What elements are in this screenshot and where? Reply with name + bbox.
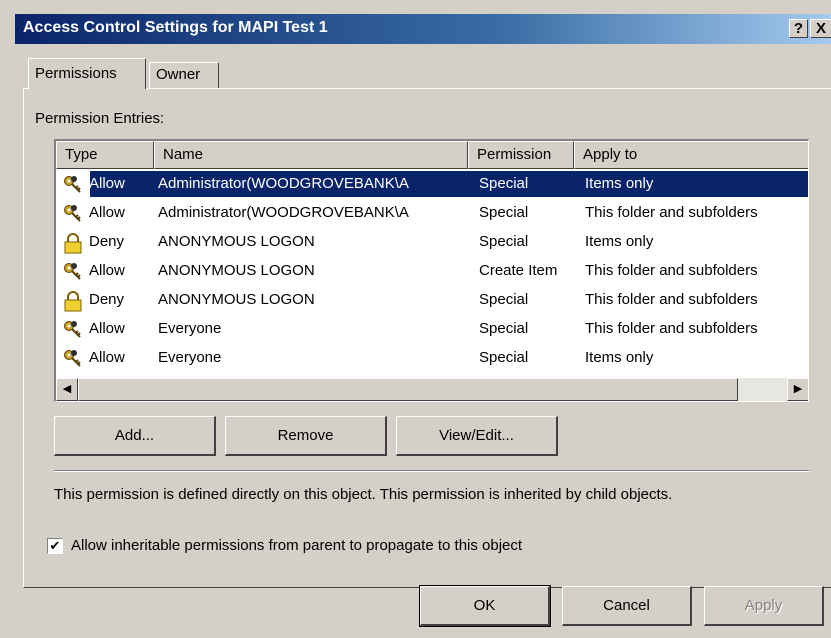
access-control-dialog: Access Control Settings for MAPI Test 1 … [0, 0, 831, 638]
row-type: Allow [89, 320, 125, 337]
inherit-permissions-checkbox[interactable]: ✔ [47, 538, 63, 554]
list-header: Type Name Permission Apply to [56, 141, 808, 169]
remove-button[interactable]: Remove [225, 416, 387, 456]
row-permission: Create Item [479, 262, 558, 279]
apply-button: Apply [704, 586, 824, 626]
window-title: Access Control Settings for MAPI Test 1 [23, 19, 328, 36]
inherit-permissions-label[interactable]: Allow inheritable permissions from paren… [71, 537, 522, 554]
horizontal-scrollbar[interactable]: ◀ ▶ [56, 378, 808, 401]
separator [54, 470, 809, 472]
column-header-type[interactable]: Type [56, 141, 154, 169]
row-permission: Special [479, 233, 529, 250]
permission-entries-list[interactable]: Type Name Permission Apply to Allow Admin… [54, 139, 809, 402]
permission-row[interactable]: Allow ANONYMOUS LOGON Create Item This fold… [56, 257, 807, 286]
row-name: ANONYMOUS LOGON [158, 291, 315, 308]
permission-row[interactable]: Deny ANONYMOUS LOGON Special This folder an… [56, 286, 807, 315]
key-icon [62, 174, 84, 196]
help-button[interactable]: ? [789, 19, 808, 38]
cancel-button[interactable]: Cancel [562, 586, 692, 626]
title-bar[interactable]: Access Control Settings for MAPI Test 1 … [15, 14, 831, 44]
permission-row[interactable]: Allow Everyone Special Items only [56, 344, 807, 373]
permission-entries-label: Permission Entries: [35, 110, 165, 127]
close-button[interactable]: X [810, 19, 831, 38]
row-apply-to: Items only [585, 349, 654, 366]
key-icon [62, 319, 84, 341]
tab-owner[interactable]: Owner [149, 62, 219, 88]
row-permission: Special [479, 349, 529, 366]
add-button[interactable]: Add... [54, 416, 216, 456]
row-name: Everyone [158, 349, 222, 366]
scroll-thumb[interactable] [78, 378, 738, 401]
key-icon [62, 203, 84, 225]
row-permission: Special [479, 320, 529, 337]
row-type: Allow [89, 175, 125, 192]
permission-row[interactable]: Allow Everyone Special This folder and subf… [56, 315, 807, 344]
row-apply-to: This folder and subfolders [585, 320, 758, 337]
lock-icon [62, 290, 84, 312]
row-apply-to: Items only [585, 175, 654, 192]
key-icon [62, 261, 84, 283]
column-header-permission[interactable]: Permission [468, 141, 574, 169]
key-icon [62, 348, 84, 370]
scroll-left-button[interactable]: ◀ [56, 378, 78, 401]
row-type: Deny [89, 291, 125, 308]
permission-info-text: This permission is defined directly on t… [54, 486, 673, 503]
tab-permissions[interactable]: Permissions [28, 58, 146, 89]
row-name: Administrator(WOODGROVEBANK\A [158, 204, 409, 221]
permission-row[interactable]: Deny ANONYMOUS LOGON Special Items only [56, 228, 807, 257]
row-permission: Special [479, 175, 529, 192]
row-permission: Special [479, 204, 529, 221]
permission-row[interactable]: Allow Administrator(WOODGROVEBANK\A Specia… [56, 170, 808, 199]
row-type: Allow [89, 349, 125, 366]
scroll-right-button[interactable]: ▶ [787, 378, 808, 401]
row-apply-to: This folder and subfolders [585, 262, 758, 279]
column-header-name[interactable]: Name [154, 141, 468, 169]
row-name: ANONYMOUS LOGON [158, 233, 315, 250]
row-apply-to: Items only [585, 233, 654, 250]
permission-row[interactable]: Allow Administrator(WOODGROVEBANK\A Specia… [56, 199, 807, 228]
column-header-apply-to[interactable]: Apply to [574, 141, 808, 169]
row-apply-to: This folder and subfolders [585, 291, 758, 308]
row-type: Allow [89, 262, 125, 279]
view-edit-button[interactable]: View/Edit... [396, 416, 558, 456]
lock-icon [62, 232, 84, 254]
row-type: Deny [89, 233, 125, 250]
row-name: Administrator(WOODGROVEBANK\A [158, 175, 409, 192]
row-permission: Special [479, 291, 529, 308]
row-apply-to: This folder and subfolders [585, 204, 758, 221]
row-name: ANONYMOUS LOGON [158, 262, 315, 279]
row-name: Everyone [158, 320, 222, 337]
row-type: Allow [89, 204, 125, 221]
ok-button[interactable]: OK [419, 585, 551, 627]
